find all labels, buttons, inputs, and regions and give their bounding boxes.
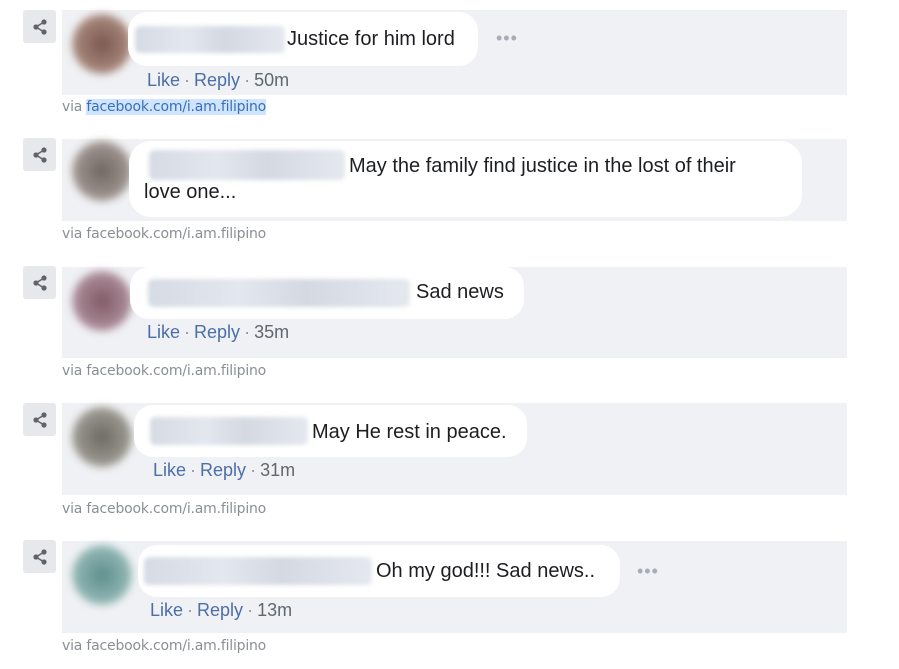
share-button[interactable] — [23, 266, 56, 299]
timestamp: 35m — [254, 322, 290, 342]
comment-bubble: Sad news — [130, 267, 524, 319]
avatar — [72, 407, 132, 467]
comment-bubble: Oh my god!!! Sad news.. — [138, 545, 620, 597]
like-link[interactable]: Like — [147, 322, 180, 342]
share-button[interactable] — [23, 138, 56, 171]
more-options-icon[interactable]: ••• — [637, 561, 659, 582]
source-caption: via facebook.com/i.am.filipino — [62, 501, 266, 517]
comment-text: Oh my god!!! Sad news.. — [376, 560, 595, 582]
comment-actions: Like · Reply · 31m — [153, 460, 296, 480]
comment-actions: Like · Reply · 50m — [147, 70, 290, 90]
share-icon — [32, 411, 47, 428]
share-icon — [32, 146, 47, 163]
comment-text-continued: love one... — [144, 181, 237, 203]
reply-link[interactable]: Reply — [200, 460, 246, 480]
more-options-icon[interactable]: ••• — [496, 28, 518, 49]
timestamp: 31m — [260, 460, 296, 480]
source-caption: via facebook.com/i.am.filipino — [62, 638, 266, 654]
comment-bubble: May the family find justice in the lost … — [129, 141, 802, 217]
comment-actions: Like · Reply · 13m — [150, 600, 293, 620]
like-link[interactable]: Like — [150, 600, 183, 620]
avatar — [72, 271, 132, 331]
reply-link[interactable]: Reply — [197, 600, 243, 620]
source-caption: via facebook.com/i.am.filipino — [62, 99, 266, 115]
via-prefix: via — [62, 226, 83, 242]
comment-text: Sad news — [416, 281, 504, 303]
commenter-name[interactable] — [135, 26, 285, 53]
commenter-name[interactable] — [150, 417, 308, 445]
timestamp: 50m — [254, 70, 290, 90]
avatar — [72, 545, 132, 605]
via-prefix: via — [62, 638, 83, 654]
share-button[interactable] — [23, 10, 56, 43]
avatar — [72, 141, 132, 201]
share-icon — [32, 274, 47, 291]
comment-bubble: Justice for him lord — [128, 12, 478, 66]
comment-card: Sad news Like · Reply · 35m — [62, 267, 847, 358]
source-caption: via facebook.com/i.am.filipino — [62, 363, 266, 379]
comment-text: May He rest in peace. — [312, 421, 507, 443]
via-prefix: via — [62, 501, 83, 517]
like-link[interactable]: Like — [153, 460, 186, 480]
comment-card: Oh my god!!! Sad news.. ••• Like · Reply · 1… — [62, 541, 847, 633]
timestamp: 13m — [257, 600, 293, 620]
commenter-name[interactable] — [144, 557, 372, 585]
comment-text: May the family find justice in the lost … — [349, 155, 736, 177]
comment-text: Justice for him lord — [287, 28, 455, 50]
comment-card: Justice for him lord ••• Like · Reply · 50m — [62, 10, 847, 95]
comment-bubble: May He rest in peace. — [134, 405, 527, 457]
source-link[interactable]: facebook.com/i.am.filipino — [86, 99, 266, 115]
source-link[interactable]: facebook.com/i.am.filipino — [86, 638, 266, 654]
share-icon — [32, 548, 47, 565]
share-button[interactable] — [23, 540, 56, 573]
via-prefix: via — [62, 363, 83, 379]
source-caption: via facebook.com/i.am.filipino — [62, 226, 266, 242]
reply-link[interactable]: Reply — [194, 322, 240, 342]
source-link[interactable]: facebook.com/i.am.filipino — [86, 501, 266, 517]
comment-card: May the family find justice in the lost … — [62, 139, 847, 221]
comment-actions: Like · Reply · 35m — [147, 322, 290, 342]
like-link[interactable]: Like — [147, 70, 180, 90]
share-icon — [32, 18, 47, 35]
avatar — [72, 14, 132, 74]
via-prefix: via — [62, 99, 83, 115]
commenter-name[interactable] — [148, 279, 410, 307]
comment-card: May He rest in peace. Like · Reply · 31m — [62, 403, 847, 495]
share-button[interactable] — [23, 403, 56, 436]
commenter-name[interactable] — [149, 150, 345, 180]
source-link[interactable]: facebook.com/i.am.filipino — [86, 363, 266, 379]
source-link[interactable]: facebook.com/i.am.filipino — [86, 226, 266, 242]
reply-link[interactable]: Reply — [194, 70, 240, 90]
